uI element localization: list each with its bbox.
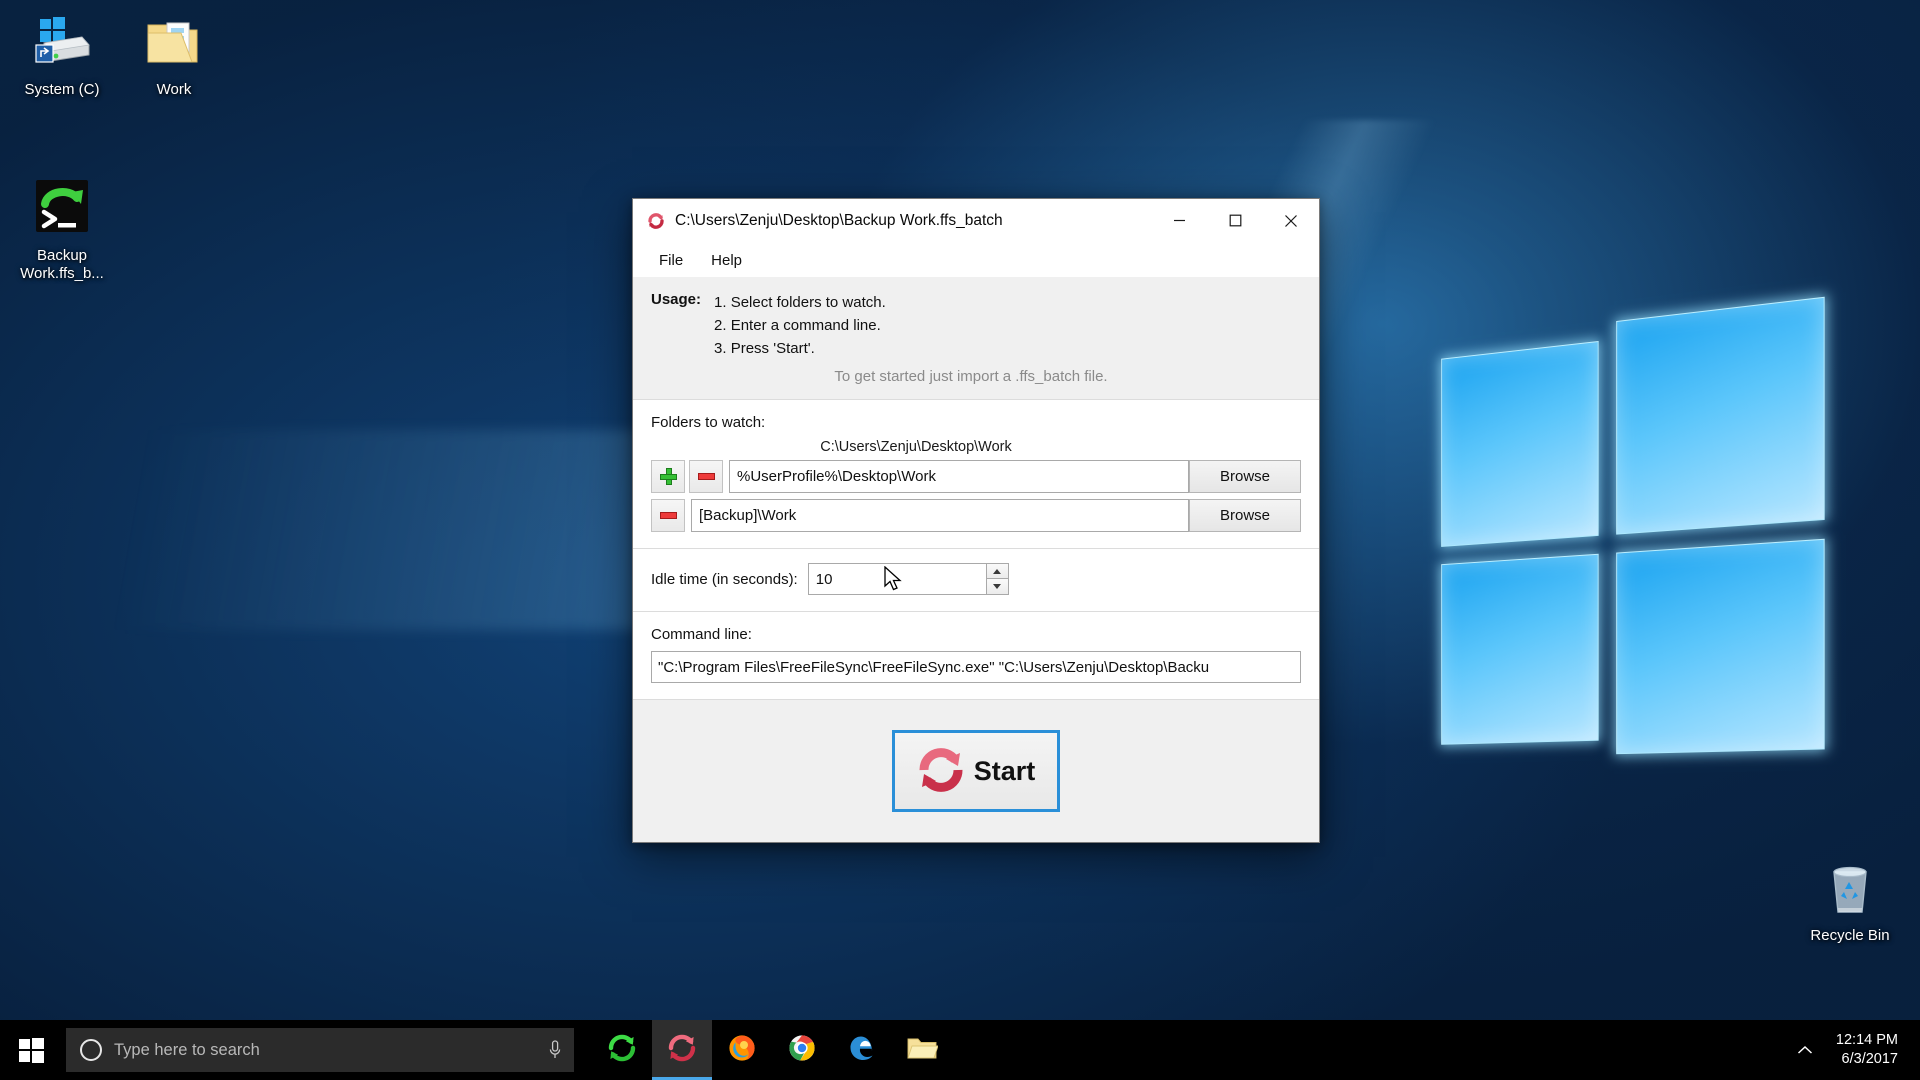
logo-pane-bottom-left [1441,553,1599,745]
cortana-circle-icon [80,1039,102,1061]
logo-pane-bottom-right [1616,538,1825,755]
desktop-icon-label: Recycle Bin [1810,927,1890,944]
search-input[interactable]: Type here to search [114,1041,548,1060]
window-title: C:\Users\Zenju\Desktop\Backup Work.ffs_b… [675,211,1003,229]
desktop-icon-label: System (C) [24,81,100,98]
desktop[interactable]: System (C) Work Backup Work.ffs_b... Rec… [0,0,1920,1080]
idle-time-label: Idle time (in seconds): [651,570,798,588]
window-controls [1151,199,1319,242]
triangle-down-icon [993,584,1002,589]
command-line-label: Command line: [651,626,752,643]
green-sync-icon [607,1033,637,1068]
desktop-icon-system-drive[interactable]: System (C) [6,12,118,99]
logo-pane-top-left [1441,340,1599,547]
chrome-icon [787,1033,817,1068]
system-tray[interactable]: 12:14 PM 6/3/2017 [1784,1020,1920,1080]
close-button[interactable] [1263,199,1319,242]
taskbar[interactable]: Type here to search 12:14 PM 6/3/2017 [0,1020,1920,1080]
folders-section: Folders to watch: C:\Users\Zenju\Desktop… [633,400,1319,549]
idle-time-input[interactable] [807,563,986,595]
taskbar-app-freefilesync[interactable] [592,1020,652,1080]
sync-arrows-icon [917,746,965,797]
clock-time: 12:14 PM [1835,1032,1898,1048]
usage-label: Usage: [651,291,702,308]
spinner-up-button[interactable] [985,563,1009,579]
taskbar-app-realtimesync[interactable] [652,1020,712,1080]
desktop-icon-label: Backup Work.ffs_b... [20,247,104,282]
red-sync-icon [667,1033,697,1068]
clock[interactable]: 12:14 PM 6/3/2017 [1826,1031,1914,1069]
windows-logo-icon [18,1037,44,1063]
triangle-up-icon [993,568,1002,574]
realtimesync-icon [647,212,665,230]
microphone-icon[interactable] [548,1039,562,1061]
clock-date: 6/3/2017 [1841,1051,1898,1067]
command-line-input[interactable] [651,651,1301,683]
edge-icon [847,1033,877,1068]
maximize-button[interactable] [1207,199,1263,242]
folder-row: Browse [651,499,1301,532]
folder-path-input[interactable] [729,460,1189,493]
usage-step-2: 2. Enter a command line. [714,317,881,334]
idle-time-section: Idle time (in seconds): [633,549,1319,612]
start-button-area: Start [633,700,1319,842]
folders-section-label: Folders to watch: [651,414,766,431]
ffs-batch-icon [6,178,118,240]
command-line-section: Command line: [633,612,1319,700]
browse-button[interactable]: Browse [1189,499,1301,532]
folder-path-input[interactable] [691,499,1189,532]
menu-bar[interactable]: File Help [633,243,1319,277]
idle-time-stepper[interactable] [807,563,1009,595]
taskbar-app-file-explorer[interactable] [892,1020,952,1080]
taskbar-app-chrome[interactable] [772,1020,832,1080]
start-button[interactable] [0,1020,62,1080]
hard-drive-shortcut-icon [6,12,118,74]
folder-icon [906,1034,939,1067]
minimize-button[interactable] [1151,199,1207,242]
usage-step-3: 3. Press 'Start'. [714,340,815,357]
minus-icon [659,512,677,519]
desktop-icon-recycle-bin[interactable]: Recycle Bin [1790,858,1910,945]
logo-pane-top-right [1616,296,1825,535]
start-button-label: Start [973,755,1036,786]
menu-file[interactable]: File [647,248,695,273]
firefox-icon [727,1033,757,1068]
resolved-folder-path: C:\Users\Zenju\Desktop\Work [820,439,1012,455]
add-folder-button[interactable] [651,460,685,493]
desktop-icon-label: Work [156,81,192,98]
chevron-up-icon[interactable] [1784,1020,1826,1080]
remove-folder-button[interactable] [651,499,685,532]
usage-step-1: 1. Select folders to watch. [714,294,886,311]
window-titlebar[interactable]: C:\Users\Zenju\Desktop\Backup Work.ffs_b… [633,199,1319,243]
folder-icon [118,12,230,74]
taskbar-app-edge[interactable] [832,1020,892,1080]
taskbar-apps[interactable] [592,1020,952,1080]
usage-hint: To get started just import a .ffs_batch … [834,368,1108,385]
desktop-icon-backup-batch[interactable]: Backup Work.ffs_b... [6,178,118,283]
usage-panel: Usage: 1. Select folders to watch. 2. En… [633,277,1319,400]
recycle-bin-icon [1790,858,1910,920]
remove-folder-button[interactable] [689,460,723,493]
spinner-buttons[interactable] [985,563,1009,595]
start-button[interactable]: Start [892,730,1060,812]
desktop-icon-work-folder[interactable]: Work [118,12,230,99]
minus-icon [697,473,715,480]
windows-logo-wallpaper [1441,296,1825,755]
plus-icon [659,468,677,485]
folder-row: Browse [651,460,1301,493]
browse-button[interactable]: Browse [1189,460,1301,493]
menu-help[interactable]: Help [699,248,754,273]
spinner-down-button[interactable] [985,579,1009,595]
realtimesync-window[interactable]: C:\Users\Zenju\Desktop\Backup Work.ffs_b… [632,198,1320,843]
taskbar-app-firefox[interactable] [712,1020,772,1080]
search-box[interactable]: Type here to search [66,1028,574,1072]
usage-steps: 1. Select folders to watch. 2. Enter a c… [714,291,886,360]
